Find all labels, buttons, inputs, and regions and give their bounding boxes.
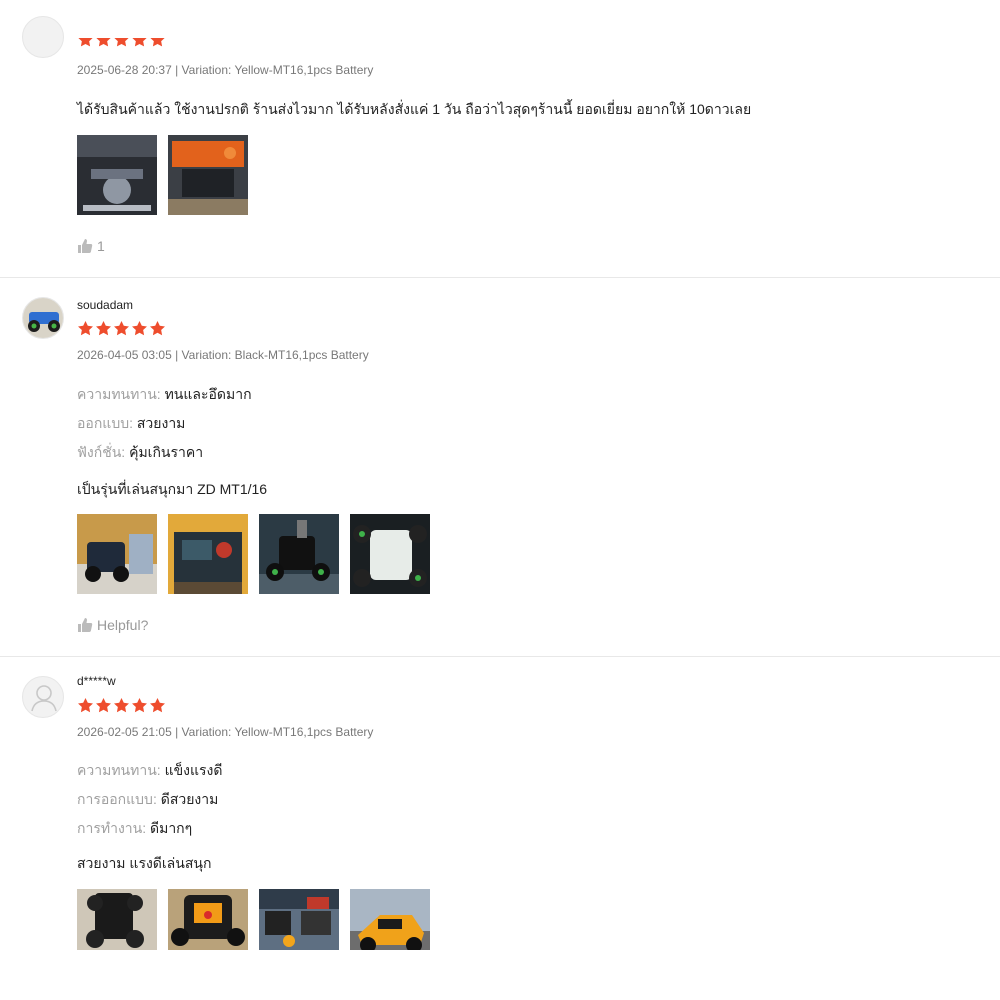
rating-stars [77, 697, 166, 715]
review-divider [0, 277, 1000, 278]
reviewer-avatar[interactable] [22, 297, 64, 339]
attribute-label: ฟังก์ชั่น: [77, 444, 126, 460]
attribute-label: การออกแบบ: [77, 791, 157, 807]
review-attribute: การออกแบบ: ดีสวยงาม [77, 789, 218, 811]
user-icon [31, 685, 57, 712]
star-icon [132, 321, 147, 336]
review-photo[interactable] [168, 514, 248, 594]
attribute-label: ออกแบบ: [77, 415, 133, 431]
review-photo[interactable] [168, 135, 248, 215]
review-media [77, 135, 248, 215]
review-content: ได้รับสินค้าแล้ว ใช้งานปรกติ ร้านส่งไวมา… [77, 101, 752, 117]
review-attribute: ออกแบบ: สวยงาม [77, 413, 185, 435]
review-meta: 2026-04-05 03:05 | Variation: Black-MT16… [77, 348, 369, 362]
review-photo[interactable] [259, 514, 339, 594]
reviewer-name[interactable]: soudadam [77, 298, 133, 312]
star-icon [114, 38, 129, 47]
attribute-label: ความทนทาน: [77, 762, 161, 778]
review-content: สวยงาม แรงดีเล่นสนุก [77, 855, 212, 871]
attribute-label: การทำงาน: [77, 820, 147, 836]
helpful-button[interactable]: 1 [77, 238, 105, 254]
review-content: เป็นรุ่นที่เล่นสนุกมา ZD MT1/16 [77, 481, 268, 497]
attribute-value: คุ้มเกินราคา [129, 444, 204, 460]
star-icon [78, 321, 93, 336]
review-meta: 2026-02-05 21:05 | Variation: Yellow-MT1… [77, 725, 374, 739]
review-photo[interactable] [350, 889, 430, 950]
review-attribute: การทำงาน: ดีมากๆ [77, 818, 192, 840]
rating-stars [77, 320, 166, 338]
review-photo[interactable] [77, 514, 157, 594]
reviewer-avatar[interactable] [22, 16, 64, 58]
thumbs-up-icon [78, 618, 93, 632]
review-attribute: ความทนทาน: แข็งแรงดี [77, 760, 222, 782]
star-icon [78, 698, 93, 713]
attribute-value: ดีสวยงาม [160, 791, 219, 807]
attribute-value: ดีมากๆ [150, 820, 193, 836]
helpful-label: Helpful? [97, 617, 149, 633]
review-media [77, 889, 430, 950]
star-icon [114, 321, 129, 336]
review-divider [0, 656, 1000, 657]
review-media [77, 514, 430, 594]
review-photo[interactable] [259, 889, 339, 950]
review-attribute: ความทนทาน: ทนและอึดมาก [77, 384, 252, 406]
star-icon [150, 698, 165, 713]
star-icon [150, 321, 165, 336]
star-icon [78, 38, 93, 47]
helpful-button[interactable]: Helpful? [77, 617, 148, 633]
star-icon [96, 38, 111, 47]
reviewer-avatar[interactable] [22, 676, 64, 718]
helpful-count: 1 [97, 238, 105, 254]
review-attribute: ฟังก์ชั่น: คุ้มเกินราคา [77, 442, 203, 464]
star-icon [132, 38, 147, 47]
review-photo[interactable] [168, 889, 248, 950]
attribute-label: ความทนทาน: [77, 386, 161, 402]
review-photo[interactable] [77, 889, 157, 950]
thumbs-up-icon [78, 239, 93, 253]
review-meta: 2025-06-28 20:37 | Variation: Yellow-MT1… [77, 63, 374, 77]
review-photo[interactable] [77, 135, 157, 215]
star-icon [132, 698, 147, 713]
star-icon [150, 38, 165, 47]
star-icon [96, 698, 111, 713]
reviewer-name[interactable]: d*****w [77, 674, 116, 688]
review-photo[interactable] [350, 514, 430, 594]
star-icon [96, 321, 111, 336]
star-icon [114, 698, 129, 713]
attribute-value: สวยงาม [136, 415, 186, 431]
attribute-value: ทนและอึดมาก [164, 386, 252, 402]
attribute-value: แข็งแรงดี [164, 762, 223, 778]
rating-stars [77, 38, 166, 48]
